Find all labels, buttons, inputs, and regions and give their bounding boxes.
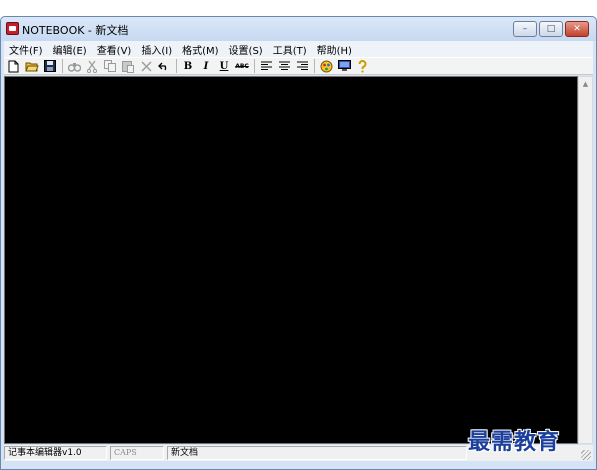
toolbar: B I U ABC xyxy=(4,57,593,75)
status-document-name: 新文档 xyxy=(167,446,467,460)
align-left-icon[interactable] xyxy=(258,58,274,74)
align-center-icon[interactable] xyxy=(276,58,292,74)
status-app-version: 记事本编辑器v1.0 xyxy=(4,446,107,460)
cut-scissors-icon[interactable] xyxy=(84,58,100,74)
menu-view[interactable]: 查看(V) xyxy=(92,42,137,57)
delete-x-icon[interactable] xyxy=(138,58,154,74)
monitor-icon[interactable] xyxy=(336,58,352,74)
watermark-logo: 最需教育 xyxy=(468,429,561,455)
notebook-window: NOTEBOOK - 新文档 – □ ✕ 文件(F) 编辑(E) 查看(V) 插… xyxy=(0,16,597,470)
underline-button[interactable]: U xyxy=(216,58,232,74)
menu-settings[interactable]: 设置(S) xyxy=(224,42,268,57)
close-button[interactable]: ✕ xyxy=(565,21,589,37)
window-title: NOTEBOOK - 新文档 xyxy=(22,24,129,37)
menu-edit[interactable]: 编辑(E) xyxy=(48,42,92,57)
copy-icon[interactable] xyxy=(102,58,118,74)
menu-format[interactable]: 格式(M) xyxy=(177,42,223,57)
maximize-button[interactable]: □ xyxy=(539,21,563,37)
menu-help[interactable]: 帮助(H) xyxy=(312,42,357,57)
notebook-app-icon xyxy=(6,22,19,35)
color-settings-icon[interactable] xyxy=(318,58,334,74)
open-folder-icon[interactable] xyxy=(24,58,40,74)
status-caps-indicator: CAPS xyxy=(110,446,164,460)
menu-tools[interactable]: 工具(T) xyxy=(268,42,312,57)
scroll-up-arrow-icon[interactable]: ▲ xyxy=(579,77,592,92)
vertical-scrollbar[interactable]: ▲ xyxy=(578,76,593,444)
help-question-icon[interactable] xyxy=(354,58,370,74)
strikethrough-button[interactable]: ABC xyxy=(234,58,250,74)
find-binoculars-icon[interactable] xyxy=(66,58,82,74)
new-document-icon[interactable] xyxy=(6,58,22,74)
toolbar-separator xyxy=(62,59,63,73)
align-right-icon[interactable] xyxy=(294,58,310,74)
menu-bar: 文件(F) 编辑(E) 查看(V) 插入(I) 格式(M) 设置(S) 工具(T… xyxy=(4,41,593,57)
bold-button[interactable]: B xyxy=(180,58,196,74)
toolbar-separator xyxy=(314,59,315,73)
undo-icon[interactable] xyxy=(156,58,172,74)
italic-button[interactable]: I xyxy=(198,58,214,74)
title-bar[interactable]: NOTEBOOK - 新文档 – □ ✕ xyxy=(1,17,596,41)
paste-icon[interactable] xyxy=(120,58,136,74)
menu-insert[interactable]: 插入(I) xyxy=(136,42,177,57)
resize-grip-icon[interactable] xyxy=(581,450,591,460)
text-editor-area[interactable] xyxy=(4,76,578,444)
toolbar-separator xyxy=(254,59,255,73)
toolbar-separator xyxy=(176,59,177,73)
minimize-button[interactable]: – xyxy=(513,21,537,37)
menu-file[interactable]: 文件(F) xyxy=(4,42,48,57)
save-disk-icon[interactable] xyxy=(42,58,58,74)
